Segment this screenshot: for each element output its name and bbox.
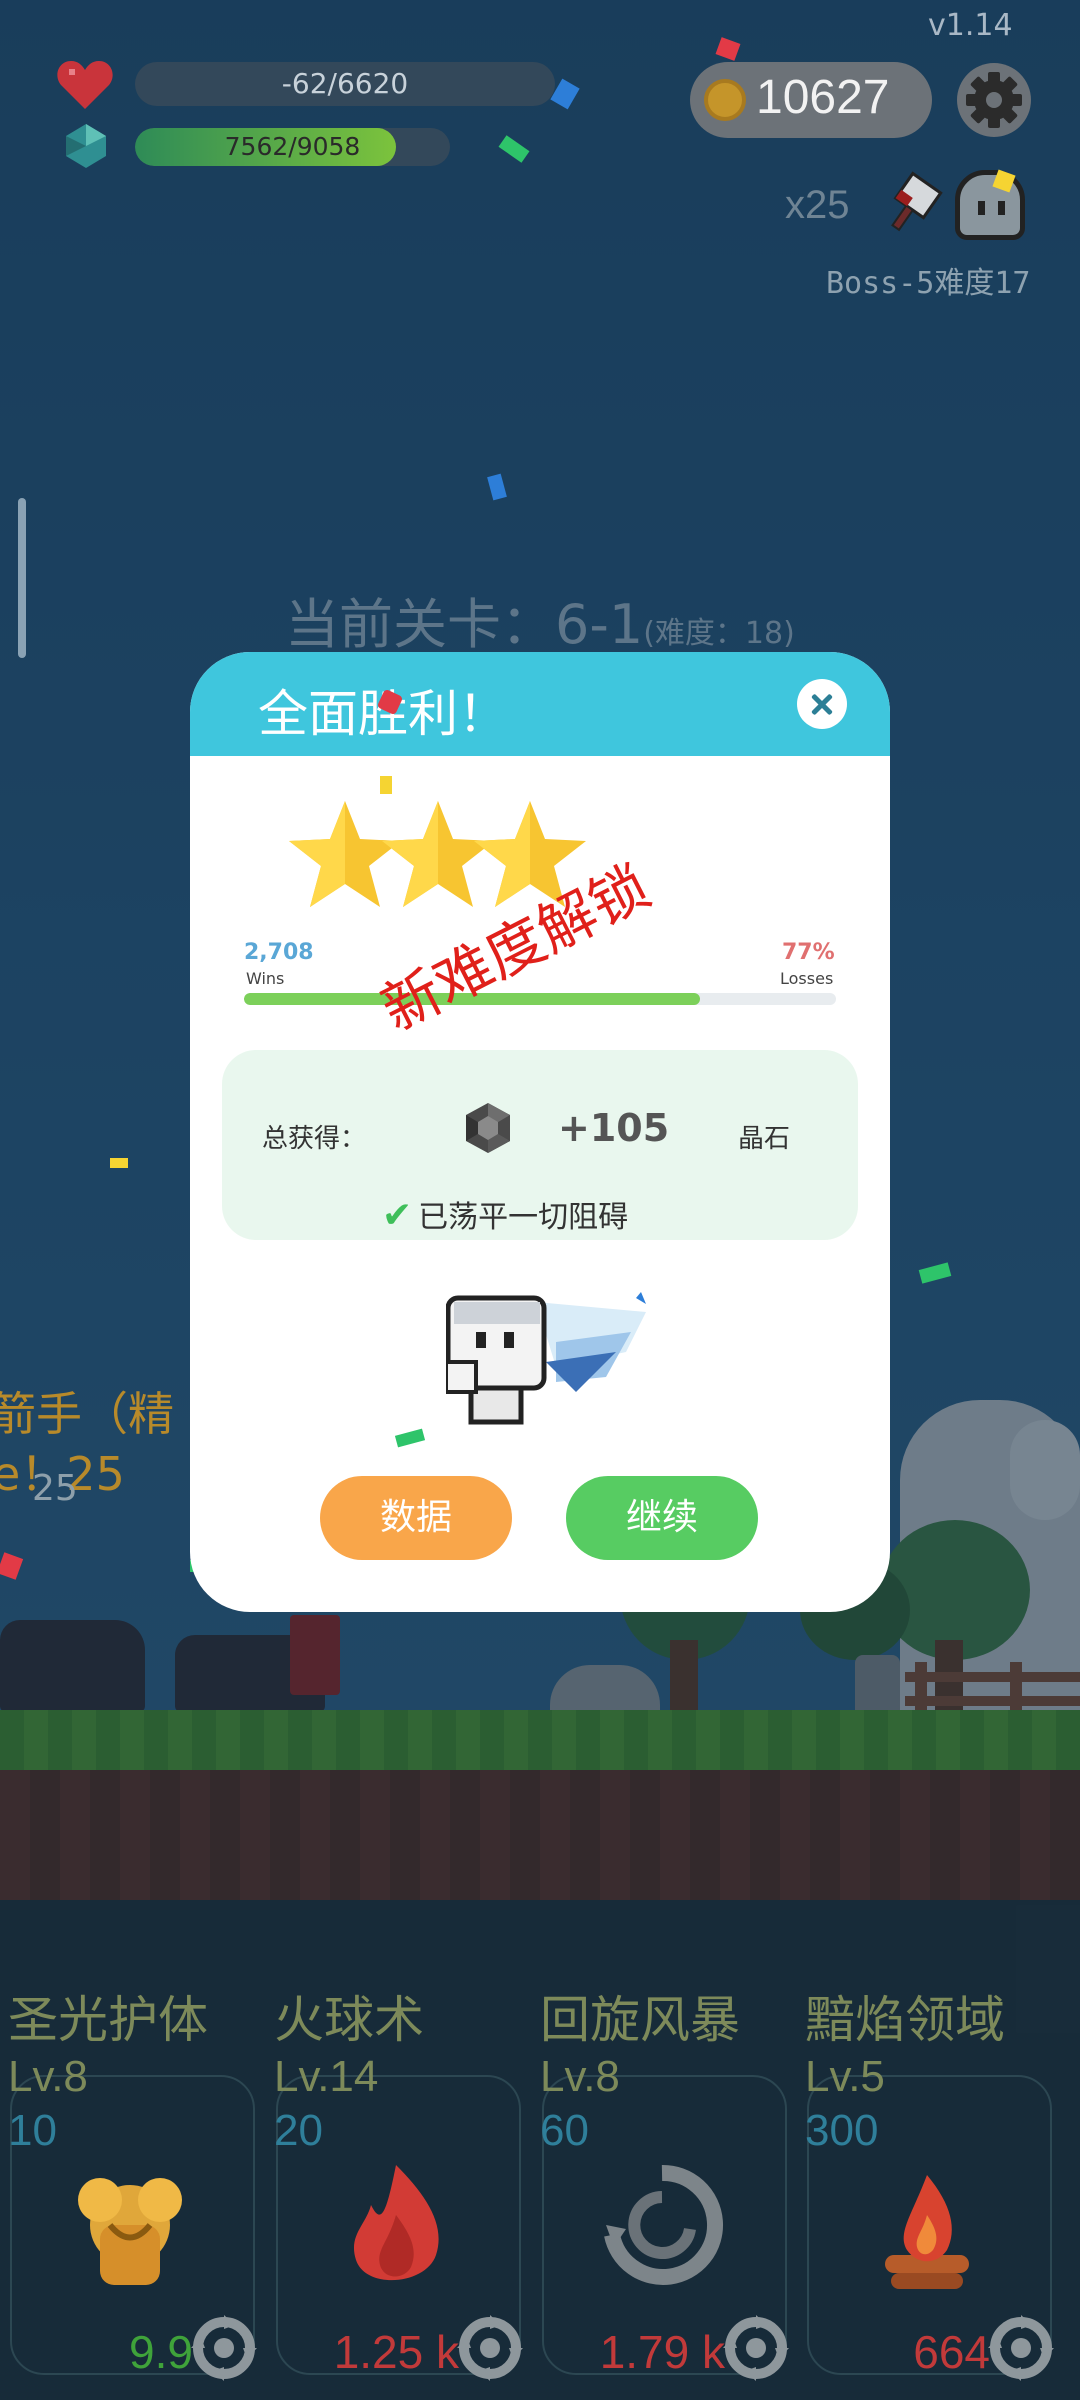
losses-label: Losses xyxy=(780,969,834,988)
settings-button[interactable] xyxy=(957,63,1031,137)
current-level-title: 当前关卡：6-1(难度：18) xyxy=(285,580,795,659)
skill-value: 1.79 k xyxy=(599,2326,725,2378)
confetti xyxy=(394,1428,426,1448)
coin-icon xyxy=(704,79,746,121)
checkmark-icon: ✔ xyxy=(382,1195,413,1236)
win-ratio-bar xyxy=(244,993,836,1005)
coin-counter: 10627 xyxy=(690,62,932,138)
skill-name: 回旋风暴 xyxy=(540,1991,740,2049)
skill-value: 664 xyxy=(913,2326,990,2378)
xp-bar: 7562/9058 xyxy=(135,128,450,166)
cleared-text: 已荡平一切阻碍 xyxy=(418,1200,629,1235)
ghost-boss-icon[interactable] xyxy=(955,170,1025,240)
hp-text: -62/6620 xyxy=(281,67,409,100)
skill-cost: 60 xyxy=(540,2106,589,2155)
heart-icon xyxy=(57,61,113,109)
victory-dialog: 全面胜利！ 2,708 Wins 77% Losses 总获得： +105 晶石… xyxy=(190,652,890,1612)
skill-cost: 10 xyxy=(8,2106,57,2155)
cleaver-icon[interactable] xyxy=(875,168,947,240)
skill-value: 9.9 xyxy=(129,2326,193,2378)
whirlwind-icon xyxy=(604,2164,724,2285)
skill-card[interactable]: 火球术 Lv.14 20 1.25 k xyxy=(266,1980,531,2400)
skill-cost: 300 xyxy=(805,2106,879,2155)
cleared-message: ✔ 已荡平一切阻碍 xyxy=(382,1192,628,1236)
holy-shield-icon xyxy=(78,2178,182,2285)
skill-level: Lv.5 xyxy=(805,2052,885,2101)
reward-value: +105 xyxy=(558,1106,670,1150)
fireball-icon xyxy=(353,2165,439,2281)
skill-card[interactable]: 回旋风暴 Lv.8 60 1.79 k xyxy=(532,1980,797,2400)
upgrade-spinner-icon[interactable] xyxy=(191,2315,257,2381)
reward-label: 总获得： xyxy=(262,1124,367,1154)
level-difficulty: (难度：18) xyxy=(643,616,795,651)
upgrade-spinner-icon[interactable] xyxy=(723,2315,789,2381)
skill-level: Lv.8 xyxy=(540,2052,620,2101)
knight-character xyxy=(446,1292,646,1425)
speed-multiplier[interactable]: x25 xyxy=(785,183,850,228)
data-button[interactable]: 数据 xyxy=(320,1476,512,1560)
skill-name: 圣光护体 xyxy=(8,1991,208,2049)
damage-number: 25 xyxy=(32,1468,78,1509)
enemy-name-text: 箭手（精 xyxy=(0,1387,174,1441)
skill-level: Lv.14 xyxy=(274,2052,379,2101)
upgrade-spinner-icon[interactable] xyxy=(457,2315,523,2381)
coin-amount: 10627 xyxy=(756,71,890,124)
campfire-icon xyxy=(885,2175,969,2289)
continue-button[interactable]: 继续 xyxy=(566,1476,758,1560)
level-title-text: 当前关卡：6-1 xyxy=(285,593,644,656)
confetti xyxy=(380,776,392,794)
skill-card[interactable]: 黯焰领域 Lv.5 300 664 xyxy=(797,1980,1062,2400)
confetti xyxy=(110,1158,128,1168)
wins-label: Wins xyxy=(246,969,285,988)
boss-label: Boss-5难度17 xyxy=(826,266,1031,301)
gear-icon xyxy=(966,72,1022,128)
xp-text: 7562/9058 xyxy=(224,132,361,161)
skill-value: 1.25 k xyxy=(333,2326,459,2378)
scroll-indicator[interactable] xyxy=(18,498,26,658)
upgrade-spinner-icon[interactable] xyxy=(988,2315,1054,2381)
hp-bar: -62/6620 xyxy=(135,62,555,106)
crystal-icon xyxy=(66,124,106,168)
skill-card[interactable]: 圣光护体 Lv.8 10 9.9 xyxy=(0,1980,265,2400)
reward-panel: 总获得： +105 晶石 ✔ 已荡平一切阻碍 xyxy=(222,1050,858,1240)
skill-name: 黯焰领域 xyxy=(805,1991,1005,2049)
skill-level: Lv.8 xyxy=(8,2052,88,2101)
close-button[interactable] xyxy=(797,679,847,729)
skill-name: 火球术 xyxy=(274,1991,424,2049)
skill-cost: 20 xyxy=(274,2106,323,2155)
reward-unit: 晶石 xyxy=(738,1124,791,1154)
crystal-icon xyxy=(466,1103,510,1153)
version-label: v1.14 xyxy=(928,8,1013,43)
losses-value: 77% xyxy=(782,940,835,965)
wins-value: 2,708 xyxy=(244,940,314,965)
dialog-header: 全面胜利！ xyxy=(190,652,890,756)
